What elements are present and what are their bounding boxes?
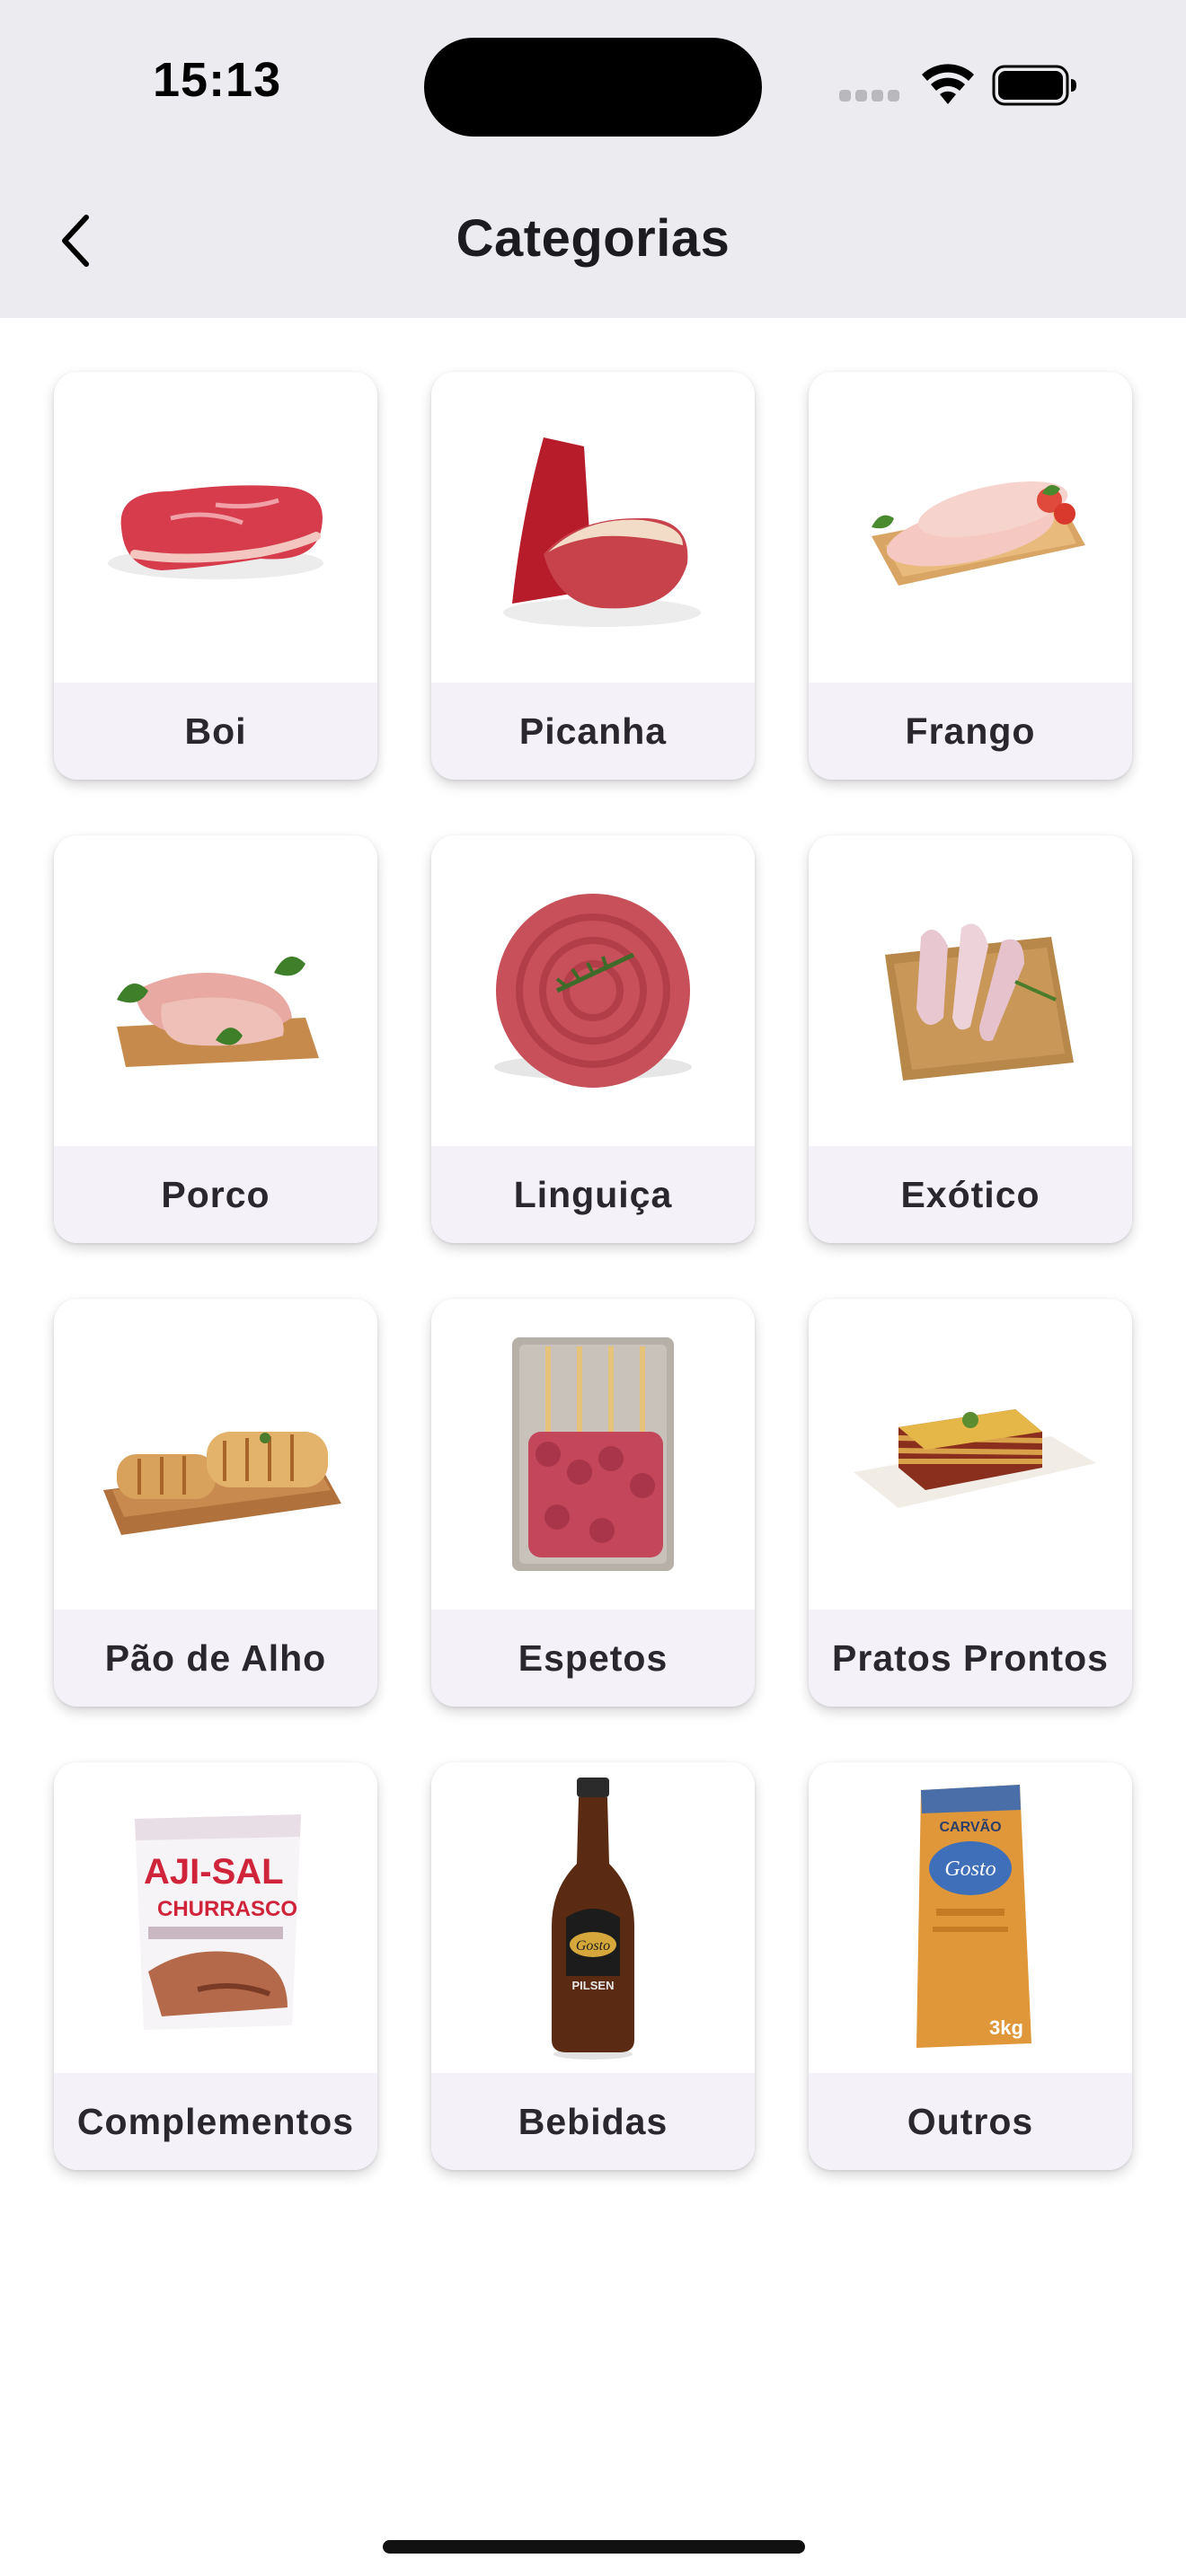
category-label: Picanha bbox=[431, 683, 755, 780]
charcoal-bag-image: CARVÃO Gosto 3kg bbox=[809, 1762, 1132, 2073]
category-card-espetos[interactable]: Espetos bbox=[431, 1299, 755, 1707]
category-label: Pão de Alho bbox=[54, 1610, 377, 1707]
package-text-product: CHURRASCO bbox=[157, 1897, 297, 1921]
category-label: Bebidas bbox=[431, 2073, 755, 2170]
exotic-meat-image bbox=[809, 835, 1132, 1146]
garlic-bread-image bbox=[54, 1299, 377, 1610]
category-card-pratos-prontos[interactable]: Pratos Prontos bbox=[809, 1299, 1132, 1707]
page-title: Categorias bbox=[456, 209, 730, 268]
category-label: Boi bbox=[54, 683, 377, 780]
category-label: Porco bbox=[54, 1146, 377, 1243]
dynamic-island bbox=[424, 38, 762, 137]
category-card-picanha[interactable]: Picanha bbox=[431, 372, 755, 780]
package-text-brand: Gosto bbox=[944, 1857, 996, 1881]
battery-icon bbox=[992, 65, 1078, 110]
category-card-pao-de-alho[interactable]: Pão de Alho bbox=[54, 1299, 377, 1707]
salt-bag-image: AJI-SAL CHURRASCO bbox=[54, 1762, 377, 2073]
picanha-cut-image bbox=[431, 372, 755, 683]
package-text-weight: 3kg bbox=[989, 2016, 1023, 2039]
category-label: Exótico bbox=[809, 1146, 1132, 1243]
chicken-breast-image bbox=[809, 372, 1132, 683]
package-text-brand: AJI-SAL bbox=[144, 1852, 284, 1892]
category-label: Outros bbox=[809, 2073, 1132, 2170]
category-card-porco[interactable]: Porco bbox=[54, 835, 377, 1243]
top-app-bar: 15:13 Categorias bbox=[0, 0, 1186, 318]
category-card-complementos[interactable]: AJI-SAL CHURRASCO Complementos bbox=[54, 1762, 377, 2170]
skewers-pack-image bbox=[431, 1299, 755, 1610]
wifi-icon bbox=[920, 63, 976, 110]
category-label: Frango bbox=[809, 683, 1132, 780]
cellular-signal-icon bbox=[839, 90, 904, 106]
category-label: Complementos bbox=[54, 2073, 377, 2170]
category-card-outros[interactable]: CARVÃO Gosto 3kg Outros bbox=[809, 1762, 1132, 2170]
category-card-frango[interactable]: Frango bbox=[809, 372, 1132, 780]
category-card-exotico[interactable]: Exótico bbox=[809, 835, 1132, 1243]
category-label: Espetos bbox=[431, 1610, 755, 1707]
package-text-type: CARVÃO bbox=[939, 1817, 1001, 1835]
home-indicator[interactable] bbox=[383, 2540, 805, 2554]
beer-bottle-image: Gosto PILSEN bbox=[431, 1762, 755, 2073]
category-label: Linguiça bbox=[431, 1146, 755, 1243]
bottle-text-style: PILSEN bbox=[572, 1979, 615, 1992]
pork-chops-image bbox=[54, 835, 377, 1146]
category-label: Pratos Prontos bbox=[809, 1610, 1132, 1707]
category-card-bebidas[interactable]: Gosto PILSEN Bebidas bbox=[431, 1762, 755, 2170]
category-card-linguica[interactable]: Linguiça bbox=[431, 835, 755, 1243]
category-grid: Boi Picanha Frango Porco Linguiça Exótic… bbox=[54, 372, 1132, 2170]
beef-steak-image bbox=[54, 372, 377, 683]
bottle-text-brand: Gosto bbox=[576, 1938, 610, 1954]
lasagna-dish-image bbox=[809, 1299, 1132, 1610]
sausage-coil-image bbox=[431, 835, 755, 1146]
category-card-boi[interactable]: Boi bbox=[54, 372, 377, 780]
status-time: 15:13 bbox=[153, 53, 282, 107]
